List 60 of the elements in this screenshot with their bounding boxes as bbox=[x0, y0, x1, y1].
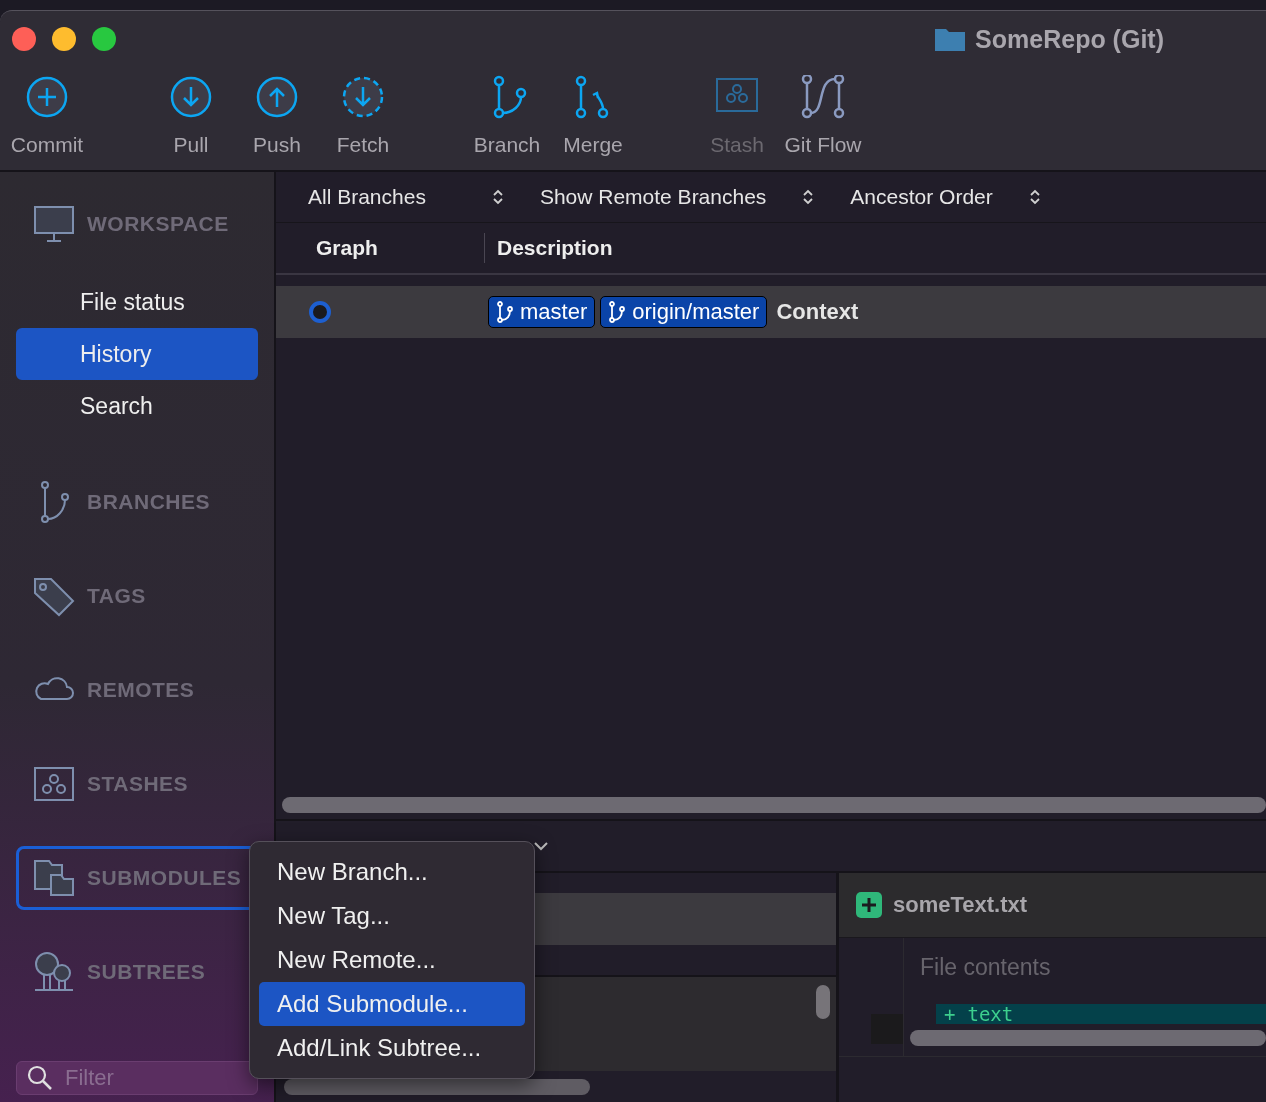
folders-icon bbox=[33, 857, 75, 899]
file-name: someText.txt bbox=[893, 892, 1028, 918]
window-title: SomeRepo (Git) bbox=[975, 24, 1164, 54]
sidebar-item[interactable]: File status bbox=[16, 276, 258, 328]
section-label: WORKSPACE bbox=[87, 212, 229, 236]
monitor-icon bbox=[33, 203, 75, 245]
zoom-button[interactable] bbox=[92, 27, 116, 51]
folder-icon bbox=[935, 27, 966, 51]
toolbar-button[interactable]: Merge bbox=[550, 75, 636, 157]
filter-dropdown[interactable]: Show Remote Branches bbox=[539, 185, 815, 209]
section-label: STASHES bbox=[87, 772, 189, 796]
branch-icon bbox=[608, 301, 627, 323]
dashed-download-icon bbox=[341, 75, 385, 119]
column-header[interactable]: Description bbox=[485, 236, 613, 260]
toolbar-button[interactable]: Fetch bbox=[320, 75, 406, 157]
added-file-icon bbox=[855, 891, 883, 919]
menu-item[interactable]: New Tag... bbox=[259, 894, 525, 938]
toolbar-button[interactable]: Branch bbox=[464, 75, 550, 157]
commit-node-icon bbox=[308, 300, 332, 324]
chevron-updown-icon bbox=[802, 188, 815, 206]
chevron-updown-icon bbox=[1028, 188, 1041, 206]
commit-row[interactable]: master origin/master Context bbox=[276, 286, 1266, 338]
column-header[interactable]: Graph bbox=[276, 236, 484, 260]
sidebar-item[interactable]: History bbox=[16, 328, 258, 380]
close-button[interactable] bbox=[12, 27, 36, 51]
sidebar-item[interactable]: Search bbox=[16, 380, 258, 432]
section-label: TAGS bbox=[87, 584, 146, 608]
menu-item[interactable]: New Remote... bbox=[259, 938, 525, 982]
toolbar-button[interactable]: Commit bbox=[4, 75, 90, 157]
toolbar-button[interactable]: Pull bbox=[148, 75, 234, 157]
scrollbar[interactable] bbox=[284, 1079, 590, 1095]
toolbar-button[interactable]: Git Flow bbox=[780, 75, 866, 157]
scrollbar[interactable] bbox=[816, 985, 830, 1019]
filter-box[interactable]: Filter bbox=[16, 1061, 258, 1095]
trees-icon bbox=[33, 951, 75, 993]
menu-item[interactable]: Add Submodule... bbox=[259, 982, 525, 1026]
commit-message: Context bbox=[776, 299, 859, 325]
section-label: SUBMODULES bbox=[87, 866, 242, 890]
filter-dropdown[interactable]: All Branches bbox=[308, 185, 504, 209]
section-label: SUBTREES bbox=[87, 960, 206, 984]
git-flow-icon bbox=[801, 75, 845, 119]
scrollbar[interactable] bbox=[910, 1030, 1266, 1046]
chevron-updown-icon bbox=[491, 188, 504, 206]
tag-icon bbox=[33, 575, 75, 617]
toolbar-button[interactable]: Push bbox=[234, 75, 320, 157]
section-label: REMOTES bbox=[87, 678, 195, 702]
hunk-header: File contents bbox=[919, 953, 1052, 982]
branch-tag[interactable]: master bbox=[488, 296, 596, 328]
chevron-down-icon bbox=[534, 841, 548, 851]
filter-field[interactable]: Filter bbox=[63, 1064, 217, 1092]
plus-circle-icon bbox=[25, 75, 69, 119]
minimize-button[interactable] bbox=[52, 27, 76, 51]
filter-dropdown[interactable]: Ancestor Order bbox=[850, 185, 1041, 209]
section-label: BRANCHES bbox=[87, 490, 210, 514]
branch-tag[interactable]: origin/master bbox=[600, 296, 768, 328]
scrollbar[interactable] bbox=[282, 797, 1266, 813]
menu-item[interactable]: Add/Link Subtree... bbox=[259, 1026, 525, 1070]
search-icon bbox=[27, 1065, 53, 1091]
menu-item[interactable]: New Branch... bbox=[259, 850, 525, 894]
branch-icon bbox=[496, 301, 514, 323]
